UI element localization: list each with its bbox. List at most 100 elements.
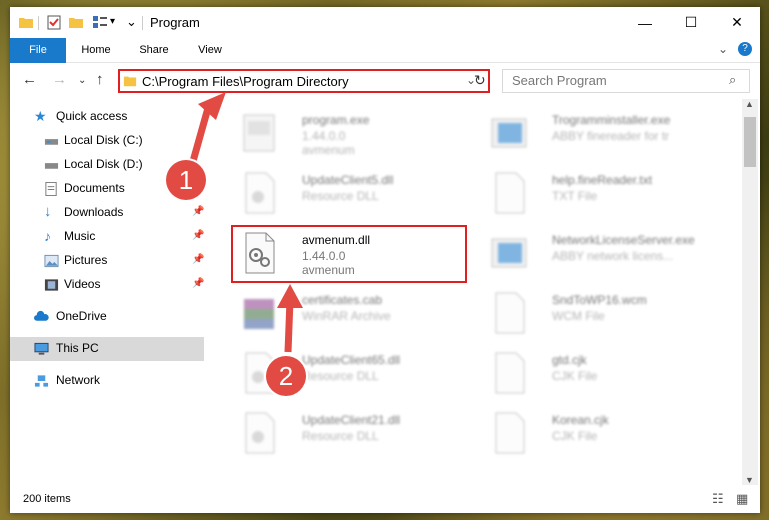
properties-icon[interactable] [46,14,62,30]
scrollbar-thumb[interactable] [744,117,756,167]
sidebar-item-pictures[interactable]: Pictures 📌 [10,249,204,273]
folder-icon [123,76,137,87]
file-name: certificates.cab [302,293,383,307]
new-folder-icon[interactable] [68,14,84,30]
file-item[interactable]: program.exe 1.44.0.0 avmenum [236,107,476,163]
close-button[interactable]: ✕ [714,7,760,38]
sidebar-item-label: Local Disk (D:) [64,157,143,171]
up-arrow-icon[interactable]: ↑ [96,71,104,88]
address-bar[interactable]: C:\Program Files\Program Directory ⌄ [118,69,490,93]
pictures-icon [44,254,59,268]
sidebar-item-label: Network [56,373,101,387]
minimize-button[interactable]: — [622,7,668,38]
sidebar-item-music[interactable]: ♪ Music 📌 [10,225,204,249]
sidebar-item-label: This PC [56,341,99,355]
status-bar: 200 items ☷ ▦ [10,485,760,513]
drive-icon [44,163,59,169]
recent-locations-icon[interactable]: ⌄ [78,75,86,86]
file-item[interactable]: help.fineReader.txt TXT File [486,167,726,223]
vertical-scrollbar[interactable]: ▲ ▼ [742,99,758,489]
file-type: ABBY finereader for tr [552,129,670,143]
sidebar-item-quick-access[interactable]: ★ Quick access [10,105,204,129]
tab-home[interactable]: Home [74,38,118,62]
documents-icon [45,182,57,196]
refresh-icon[interactable]: ↻ [474,72,486,89]
sidebar-item-videos[interactable]: Videos 📌 [10,273,204,297]
separator [38,16,39,30]
tab-share[interactable]: Share [130,38,178,62]
file-item[interactable]: Trogramminstaller.exe ABBY finereader fo… [486,107,726,163]
step-badge-1: 1 [166,160,206,200]
large-icons-view-icon[interactable]: ▦ [736,491,748,507]
details-view-icon[interactable]: ☷ [712,491,724,507]
search-icon[interactable]: ⌕ [729,72,736,88]
sidebar-item-this-pc[interactable]: This PC [10,337,204,361]
scroll-down-icon[interactable]: ▼ [745,475,754,485]
cloud-icon [34,310,49,321]
sidebar-item-label: Downloads [64,205,124,219]
sidebar-item-onedrive[interactable]: OneDrive [10,305,204,329]
file-item[interactable]: Korean.cjk CJK File [486,407,726,463]
sidebar-item-downloads[interactable]: ↓ Downloads 📌 [10,201,204,225]
file-type: WinRAR Archive [302,309,391,323]
archive-icon [244,299,274,329]
file-item[interactable]: UpdateClient5.dll Resource DLL [236,167,476,223]
file-type: ABBY network licens... [552,249,674,263]
tab-view[interactable]: View [188,38,232,62]
address-path: C:\Program Files\Program Directory [142,74,349,89]
file-name: NetworkLicenseServer.exe [552,233,695,247]
back-arrow-icon[interactable]: ← [22,71,37,88]
dll-file-icon [245,172,275,214]
generic-file-icon [495,412,525,454]
downloads-icon: ↓ [44,203,52,220]
dll-file-icon [245,412,275,454]
separator [142,16,143,30]
help-icon[interactable]: ? [738,42,752,56]
file-name: UpdateClient21.dll [302,413,401,427]
item-count: 200 items [23,493,71,505]
file-type: Resource DLL [302,189,379,203]
highlight-box-file [231,225,467,283]
music-icon: ♪ [44,228,51,244]
view-options-icon[interactable] [92,14,108,30]
generic-file-icon [495,292,525,334]
scroll-up-icon[interactable]: ▲ [745,99,754,109]
videos-icon [44,279,59,291]
installer-icon [491,238,527,268]
file-name: program.exe [302,113,370,127]
file-type: CJK File [552,429,598,443]
file-item[interactable]: gtd.cjk CJK File [486,347,726,403]
pin-icon[interactable]: 📌 [192,230,204,241]
installer-icon [491,118,527,148]
file-type: Resource DLL [302,369,379,383]
file-item[interactable]: NetworkLicenseServer.exe ABBY network li… [486,227,726,283]
network-icon [34,375,49,387]
file-item[interactable]: UpdateClient21.dll Resource DLL [236,407,476,463]
sidebar-item-local-disk-c[interactable]: Local Disk (C:) [10,129,204,153]
forward-arrow-icon[interactable]: → [52,71,67,88]
sidebar-item-label: Pictures [64,253,108,267]
file-version: 1.44.0.0 [302,129,346,143]
customize-toolbar-icon[interactable]: ▾ [110,16,115,27]
sidebar-item-network[interactable]: Network [10,369,204,393]
expand-ribbon-icon[interactable]: ⌄ [718,42,728,56]
quick-access-chevron-icon[interactable]: ⌄ [126,14,137,30]
file-item[interactable]: certificates.cab WinRAR Archive [236,287,476,343]
navigation-bar: ← → ⌄ ↑ C:\Program Files\Program Directo… [10,63,760,97]
file-item[interactable]: SndToWP16.wcm WCM File [486,287,726,343]
sidebar-item-label: Videos [64,277,101,291]
pin-icon[interactable]: 📌 [192,254,204,265]
exe-file-icon [243,114,275,152]
search-placeholder: Search Program [512,73,607,88]
file-type: WCM File [552,309,605,323]
ribbon: File Home Share View ⌄ ? [10,38,760,94]
maximize-button[interactable]: ☐ [668,7,714,38]
step-badge-2: 2 [266,356,306,396]
pin-icon[interactable]: 📌 [192,278,204,289]
file-name: UpdateClient65.dll [302,353,401,367]
file-name: UpdateClient5.dll [302,173,394,187]
file-description: avmenum [302,143,355,157]
navigation-pane: ★ Quick access Local Disk (C:) Local Dis… [10,99,204,489]
pin-icon[interactable]: 📌 [192,206,204,217]
search-input[interactable]: Search Program ⌕ [502,69,750,93]
